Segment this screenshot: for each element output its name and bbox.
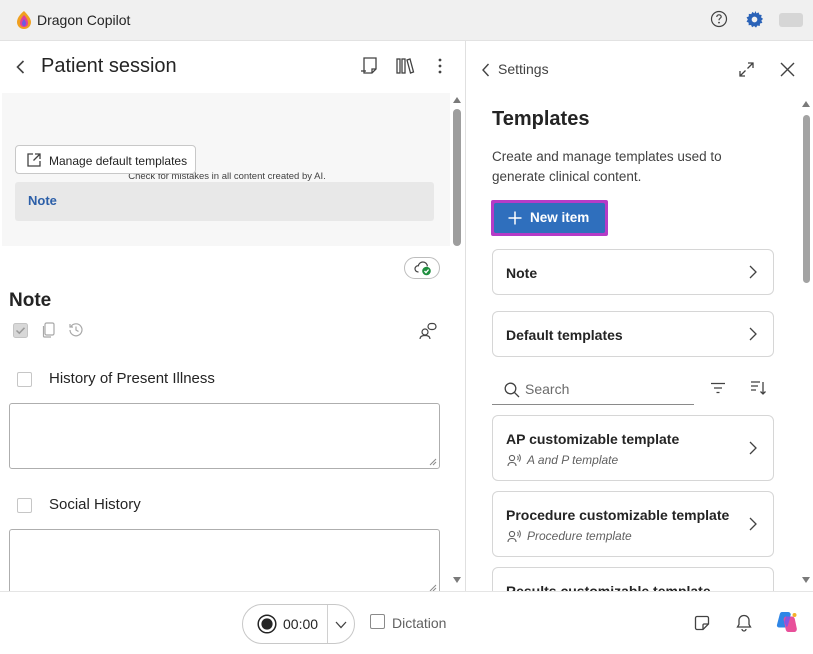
tab-note[interactable]: Note <box>15 182 434 221</box>
dictation-label: Dictation <box>392 615 447 631</box>
history-icon[interactable] <box>68 322 84 338</box>
new-item-label: New item <box>530 210 590 225</box>
section-title: History of Present Illness <box>49 370 215 387</box>
help-icon[interactable] <box>710 10 728 28</box>
section-checkbox[interactable] <box>17 498 32 513</box>
settings-back-link[interactable]: Settings <box>498 61 549 77</box>
open-external-icon <box>26 152 42 168</box>
copy-icon[interactable] <box>42 322 56 338</box>
filter-icon[interactable] <box>710 382 726 394</box>
dictation-checkbox[interactable] <box>370 614 385 629</box>
card-title: Default templates <box>506 327 623 343</box>
cloud-synced-badge <box>404 257 440 279</box>
page-title: Patient session <box>41 55 177 77</box>
template-voice-icon <box>507 453 521 467</box>
scroll-down-arrow-icon[interactable] <box>453 577 461 583</box>
settings-panel: Settings Templates Create and manage tem… <box>466 41 813 591</box>
library-icon[interactable] <box>395 56 415 76</box>
template-card[interactable]: Results customizable template <box>492 567 774 591</box>
note-icon[interactable] <box>359 56 379 76</box>
template-name: AP customizable template <box>506 431 680 447</box>
template-type: Procedure template <box>527 529 632 543</box>
record-button-icon[interactable] <box>257 614 277 634</box>
recording-divider <box>327 605 328 643</box>
template-card[interactable]: AP customizable template A and P templat… <box>492 415 774 481</box>
settings-gear-icon[interactable] <box>745 10 764 29</box>
template-card[interactable]: Procedure customizable template Procedur… <box>492 491 774 557</box>
chevron-down-icon[interactable] <box>335 621 347 629</box>
user-avatar[interactable] <box>779 13 803 27</box>
plus-icon <box>508 211 522 225</box>
section-checkbox[interactable] <box>17 372 32 387</box>
tab-note-label: Note <box>28 193 57 208</box>
template-name: Results customizable template <box>506 583 711 591</box>
history-present-illness-textarea[interactable] <box>9 403 440 469</box>
sort-icon[interactable] <box>750 380 766 396</box>
scroll-down-arrow-icon[interactable] <box>802 577 810 583</box>
back-arrow-icon[interactable] <box>13 59 29 75</box>
note-settings-card[interactable]: Note <box>492 249 774 295</box>
templates-description: Create and manage templates used to gene… <box>492 149 722 184</box>
app-title: Dragon Copilot <box>37 12 131 28</box>
dragon-logo-icon <box>16 11 32 29</box>
right-scrollbar-thumb[interactable] <box>803 115 810 283</box>
resize-grip-icon[interactable] <box>429 584 437 591</box>
scroll-up-arrow-icon[interactable] <box>453 97 461 103</box>
section-title: Social History <box>49 496 141 513</box>
chevron-right-icon <box>749 265 757 279</box>
manage-default-templates-label: Manage default templates <box>49 154 188 168</box>
cloud-check-icon <box>414 260 432 277</box>
more-icon[interactable] <box>437 58 443 74</box>
bottom-toolbar: 00:00 Dictation <box>0 591 813 654</box>
recording-timer: 00:00 <box>283 616 319 632</box>
template-voice-icon <box>507 529 521 543</box>
card-title: Note <box>506 265 538 281</box>
close-icon[interactable] <box>780 62 795 77</box>
template-name: Procedure customizable template <box>506 507 730 523</box>
title-bar: Dragon Copilot <box>0 0 813 41</box>
manage-default-templates-button[interactable]: Manage default templates <box>15 145 196 174</box>
select-all-checkbox-icon[interactable] <box>13 323 28 338</box>
new-item-button-fill: New item <box>494 203 605 233</box>
resize-grip-icon[interactable] <box>429 458 437 466</box>
left-scrollbar-thumb[interactable] <box>453 109 461 246</box>
template-search-input[interactable]: Search <box>492 374 694 405</box>
social-history-textarea[interactable] <box>9 529 440 591</box>
search-icon <box>504 382 520 398</box>
templates-title: Templates <box>492 108 590 130</box>
notification-bell-icon[interactable] <box>736 614 752 632</box>
chevron-right-icon <box>749 441 757 455</box>
settings-back-icon[interactable] <box>481 63 491 77</box>
assistant-icon[interactable] <box>419 322 437 340</box>
search-placeholder: Search <box>525 381 570 397</box>
chevron-right-icon <box>749 327 757 341</box>
default-templates-card[interactable]: Default templates <box>492 311 774 357</box>
copilot-icon[interactable] <box>775 611 799 633</box>
note-heading: Note <box>9 290 52 311</box>
sticky-note-icon[interactable] <box>694 615 710 631</box>
scroll-up-arrow-icon[interactable] <box>802 101 810 107</box>
recording-control: 00:00 <box>242 604 355 644</box>
chevron-right-icon <box>749 517 757 531</box>
expand-icon[interactable] <box>739 62 754 77</box>
patient-session-panel: Patient session Check for mistakes in al… <box>0 41 465 591</box>
new-item-button[interactable]: New item <box>491 200 608 236</box>
template-type: A and P template <box>527 453 619 467</box>
